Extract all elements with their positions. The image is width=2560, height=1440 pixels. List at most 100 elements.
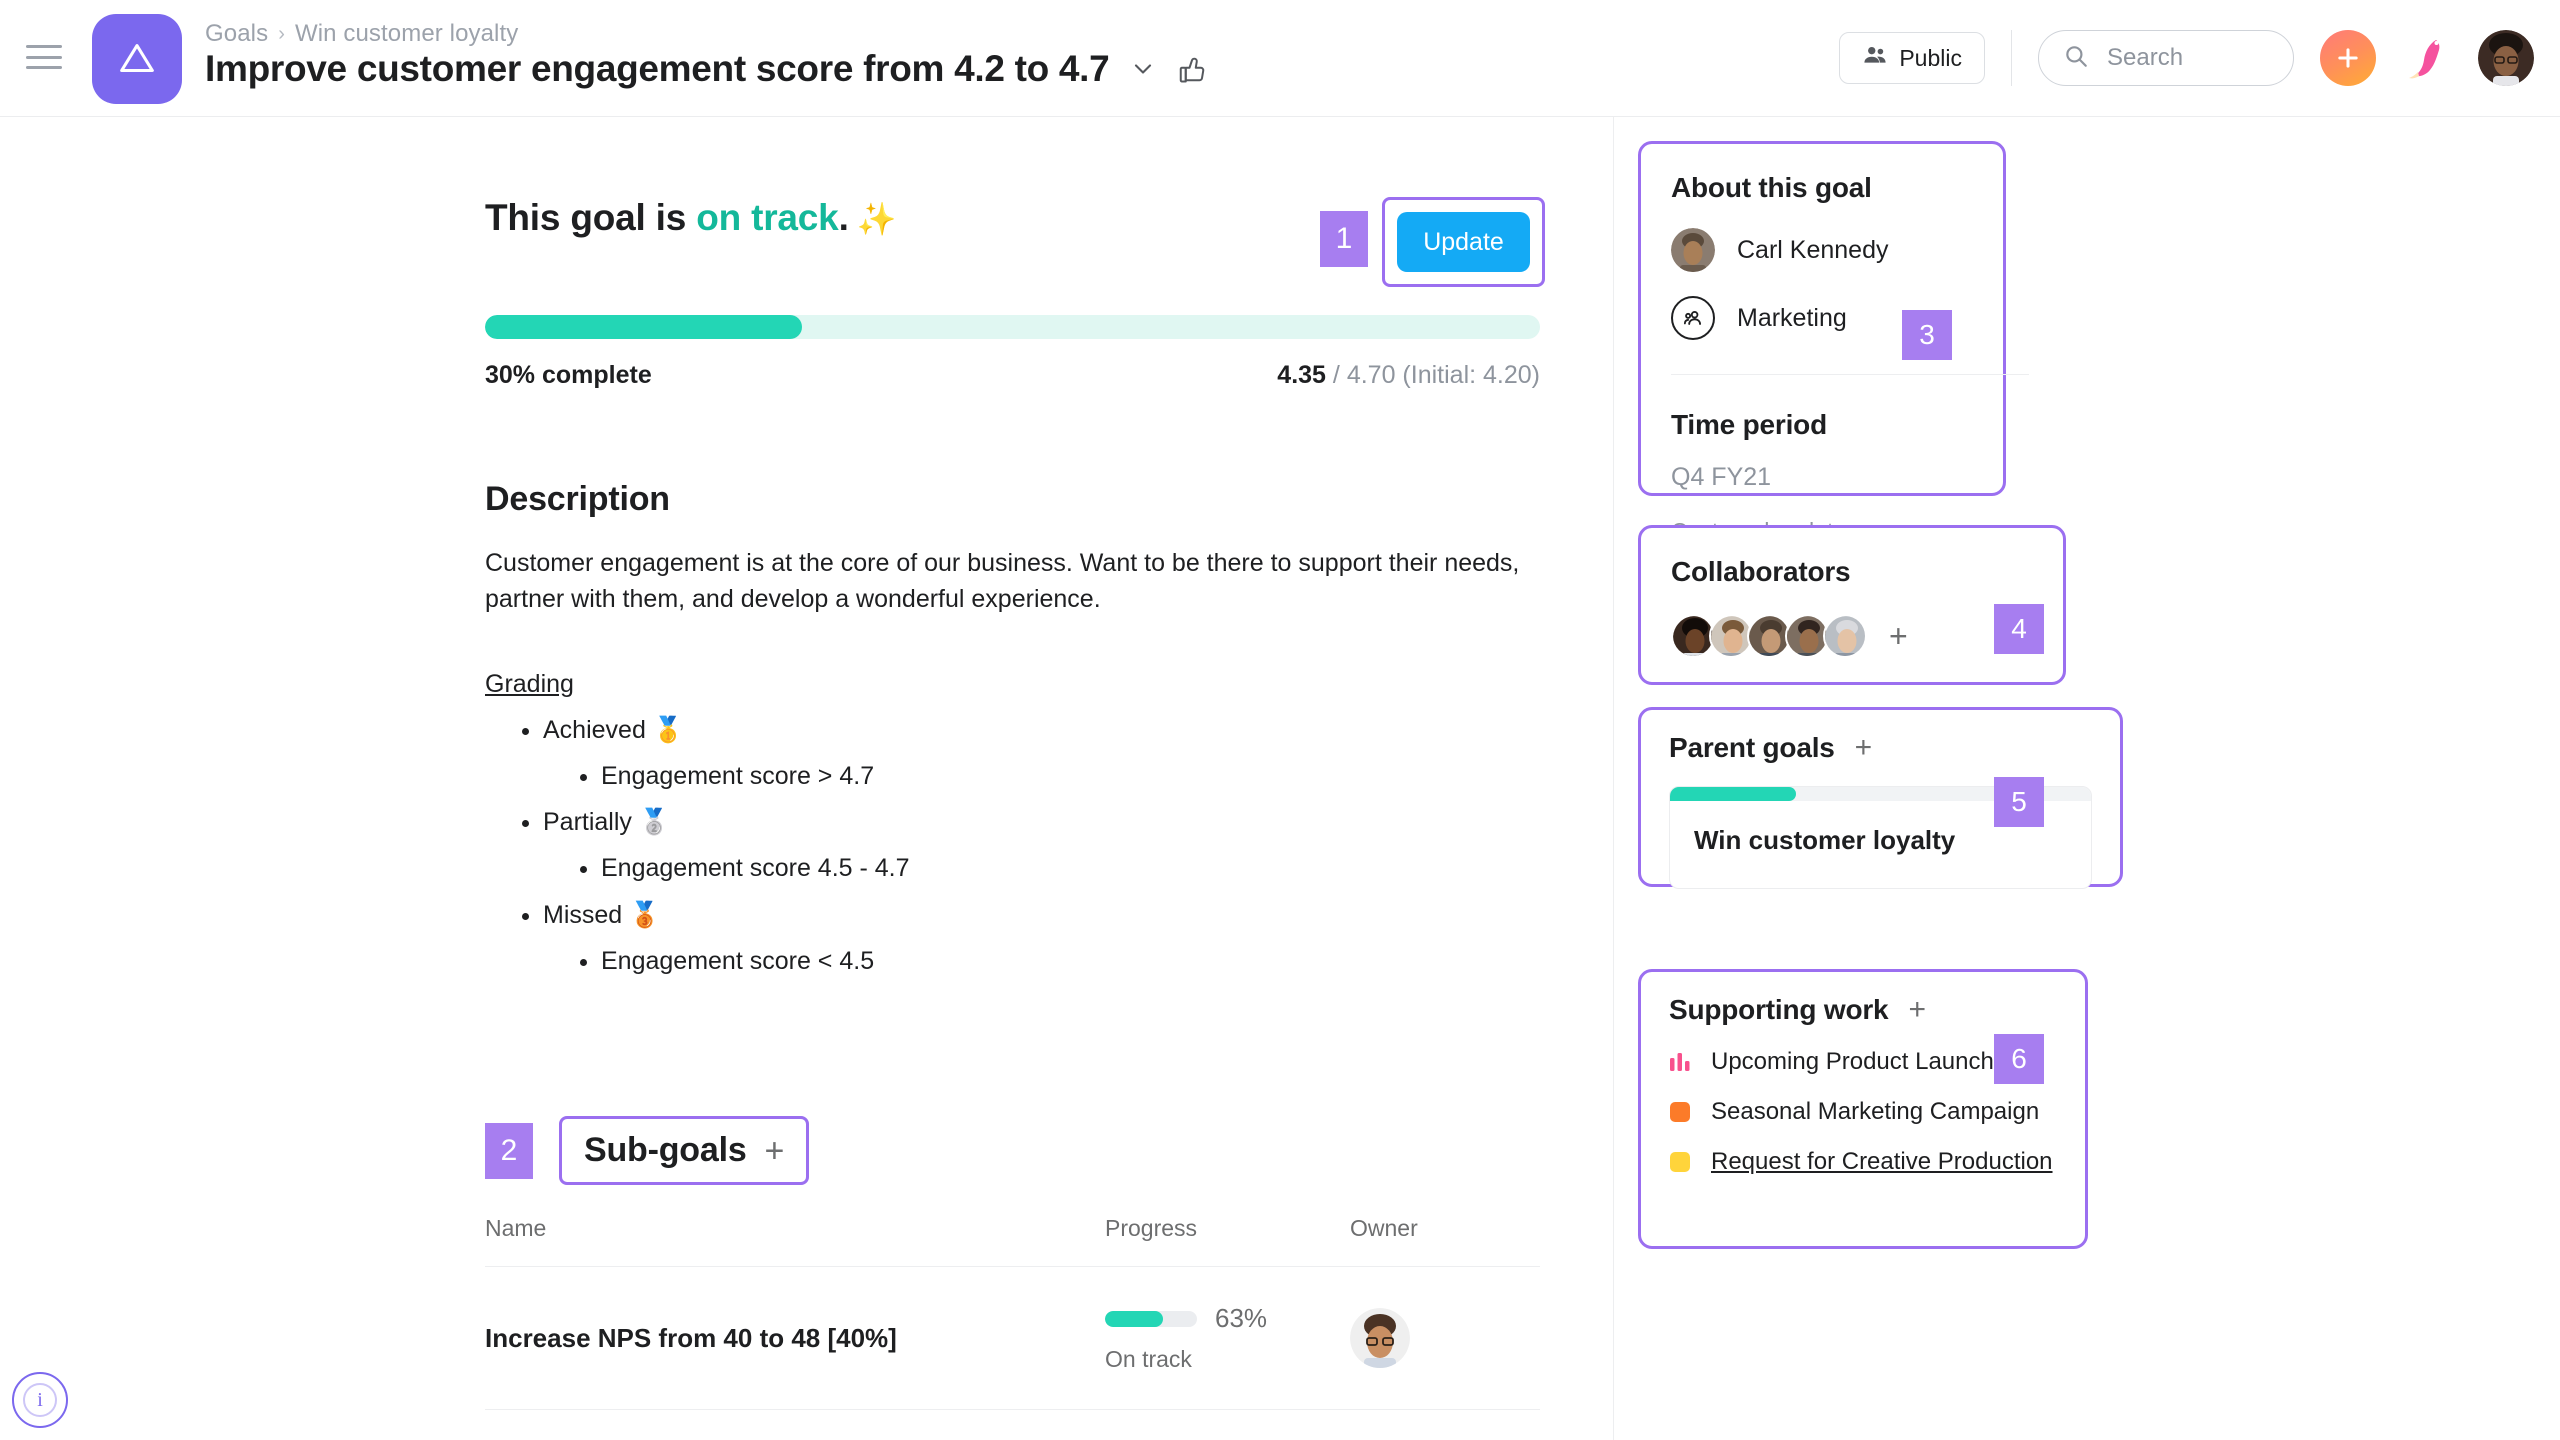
right-sidebar: About this goal Carl Kennedy Marketing T… xyxy=(1613,117,2560,1440)
chevron-down-icon[interactable] xyxy=(1129,55,1157,83)
thumbs-up-icon[interactable] xyxy=(1177,54,1207,84)
goal-team-name: Marketing xyxy=(1737,303,1847,332)
supporting-work-label[interactable]: Request for Creative Production xyxy=(1711,1148,2053,1176)
current-value: 4.35 xyxy=(1277,361,1326,389)
goal-owner-name: Carl Kennedy xyxy=(1737,235,1889,264)
supporting-work-label: Upcoming Product Launches xyxy=(1711,1048,2020,1075)
portfolio-chart-icon xyxy=(1669,1051,1691,1073)
add-supporting-work-icon[interactable]: + xyxy=(1908,995,1926,1025)
parent-goals-panel: Parent goals + Win customer loyalty xyxy=(1638,707,2123,889)
subgoal-percent: 63% xyxy=(1215,1303,1268,1333)
panel-divider xyxy=(1671,374,2029,375)
top-bar-actions: Public Search xyxy=(1839,22,2534,94)
subgoals-table: Name Progress Owner Increase NPS from 40… xyxy=(485,1215,1540,1440)
time-period-value[interactable]: Q4 FY21 xyxy=(1671,463,1973,492)
grading-item: Achieved 🥇 Engagement score > 4.7 xyxy=(543,707,1545,800)
description-body: Customer engagement is at the core of ou… xyxy=(485,549,1520,614)
breadcrumb-separator: › xyxy=(278,22,285,45)
page-title: Improve customer engagement score from 4… xyxy=(205,48,1110,89)
search-input[interactable]: Search xyxy=(2038,30,2294,86)
parent-goal-progress-fill xyxy=(1670,787,1797,801)
update-button[interactable]: Update xyxy=(1397,212,1530,272)
column-progress: Progress xyxy=(1105,1215,1350,1267)
supporting-work-panel: Supporting work + Upcoming Product Launc… xyxy=(1638,969,2088,1249)
collaborators-avatars: + xyxy=(1671,614,2033,658)
hamburger-icon[interactable] xyxy=(22,40,66,74)
subgoal-name-cell: Increase NPS from 40 to 48 [40%] xyxy=(485,1266,1105,1410)
avatar[interactable] xyxy=(2478,30,2534,86)
collaborators-title: Collaborators xyxy=(1671,556,1851,587)
grading-label: Missed 🥉 xyxy=(543,900,661,929)
update-annotation-box: Update xyxy=(1382,197,1545,287)
public-label: Public xyxy=(1899,44,1962,71)
grading-sub: Engagement score 4.5 - 4.7 xyxy=(601,845,1545,891)
status-value: on track xyxy=(696,197,839,238)
subgoal-progress-fill xyxy=(1105,1310,1163,1327)
supporting-work-label: Seasonal Marketing Campaign xyxy=(1711,1098,2040,1125)
bird-icon[interactable] xyxy=(2402,30,2454,86)
description-heading: Description xyxy=(485,480,670,518)
subgoals-header: 2 Sub-goals + xyxy=(485,1116,1545,1185)
create-button[interactable] xyxy=(2320,30,2376,86)
status-prefix: This goal is xyxy=(485,197,697,238)
add-parent-goal-icon[interactable]: + xyxy=(1855,733,1873,763)
list-item[interactable]: Seasonal Marketing Campaign xyxy=(1669,1098,2057,1126)
toolbar-divider xyxy=(2011,30,2012,86)
grading-list: Achieved 🥇 Engagement score > 4.7 Partia… xyxy=(485,707,1545,985)
subgoals-title: Sub-goals xyxy=(584,1131,747,1169)
subgoal-status: On track xyxy=(1105,1346,1192,1372)
progress-values: 4.35 / 4.70 (Initial: 4.20) xyxy=(1277,361,1540,390)
progress-percent-label: 30% complete xyxy=(485,361,652,389)
goal-status-row: This goal is on track. ✨ 1 Update xyxy=(485,197,1545,293)
goal-status-text: This goal is on track. ✨ xyxy=(485,197,897,239)
goal-detail-body: This goal is on track. ✨ 1 Update 30% com… xyxy=(485,117,1545,1440)
table-row[interactable]: Increase NPS from 40 to 48 [40%] 63% On … xyxy=(485,1266,1540,1410)
add-subgoal-icon[interactable]: + xyxy=(765,1134,785,1168)
goal-progress-labels: 30% complete 4.35 / 4.70 (Initial: 4.20) xyxy=(485,361,1540,390)
search-placeholder: Search xyxy=(2107,44,2184,71)
triangle-logo-icon[interactable] xyxy=(92,14,182,104)
goal-progress-fill xyxy=(485,315,802,339)
goal-owner-row[interactable]: Carl Kennedy xyxy=(1671,228,1973,272)
goal-progress-bar xyxy=(485,315,1540,339)
page-title-row: Improve customer engagement score from 4… xyxy=(205,48,1207,90)
subgoal-progress-bar xyxy=(1105,1310,1197,1327)
search-icon xyxy=(2063,43,2089,74)
value-divider: / xyxy=(1325,361,1347,389)
parent-goals-title: Parent goals xyxy=(1669,732,1835,763)
annotation-badge-1: 1 xyxy=(1320,211,1368,267)
annotation-badge-2: 2 xyxy=(485,1122,533,1179)
subgoal-progress-cell: 60% On track xyxy=(1105,1409,1350,1440)
column-owner: Owner xyxy=(1350,1215,1540,1267)
subgoals-annotation-box: Sub-goals + xyxy=(559,1116,810,1185)
grading-item: Missed 🥉 Engagement score < 4.5 xyxy=(543,892,1545,985)
annotation-badge-5: 5 xyxy=(1994,777,2044,827)
breadcrumb-parent-goal[interactable]: Win customer loyalty xyxy=(295,20,518,48)
column-name: Name xyxy=(485,1215,1105,1267)
avatar[interactable] xyxy=(1671,228,1715,272)
target-value: 4.70 xyxy=(1346,361,1396,389)
people-icon xyxy=(1862,42,1888,74)
supporting-work-title: Supporting work xyxy=(1669,994,1889,1025)
table-row[interactable]: CSAT exceeds 95% globally [30%] 60% On t… xyxy=(485,1409,1540,1440)
add-collaborator-icon[interactable]: + xyxy=(1889,620,1908,652)
grading-sub: Engagement score > 4.7 xyxy=(601,753,1545,799)
project-square-icon xyxy=(1669,1151,1691,1173)
annotation-badge-4: 4 xyxy=(1994,604,2044,654)
subgoal-owner-cell xyxy=(1350,1409,1540,1440)
public-button[interactable]: Public xyxy=(1839,32,1985,84)
annotation-badge-6: 6 xyxy=(1994,1034,2044,1084)
subgoal-name[interactable]: Increase NPS from 40 to 48 [40%] xyxy=(485,1323,897,1353)
update-area: 1 Update xyxy=(1320,197,1545,287)
project-square-icon xyxy=(1669,1101,1691,1123)
about-title: About this goal xyxy=(1671,172,1872,203)
list-item[interactable]: Request for Creative Production xyxy=(1669,1148,2057,1176)
subgoal-name-cell: CSAT exceeds 95% globally [30%] xyxy=(485,1409,1105,1440)
info-icon[interactable]: i xyxy=(12,1372,68,1428)
initial-value: (Initial: 4.20) xyxy=(1395,361,1540,389)
avatar[interactable] xyxy=(1823,614,1867,658)
avatar[interactable] xyxy=(1350,1308,1410,1368)
breadcrumb-goals[interactable]: Goals xyxy=(205,20,268,48)
time-period-title: Time period xyxy=(1671,409,1827,440)
grading-label: Partially 🥈 xyxy=(543,808,670,836)
